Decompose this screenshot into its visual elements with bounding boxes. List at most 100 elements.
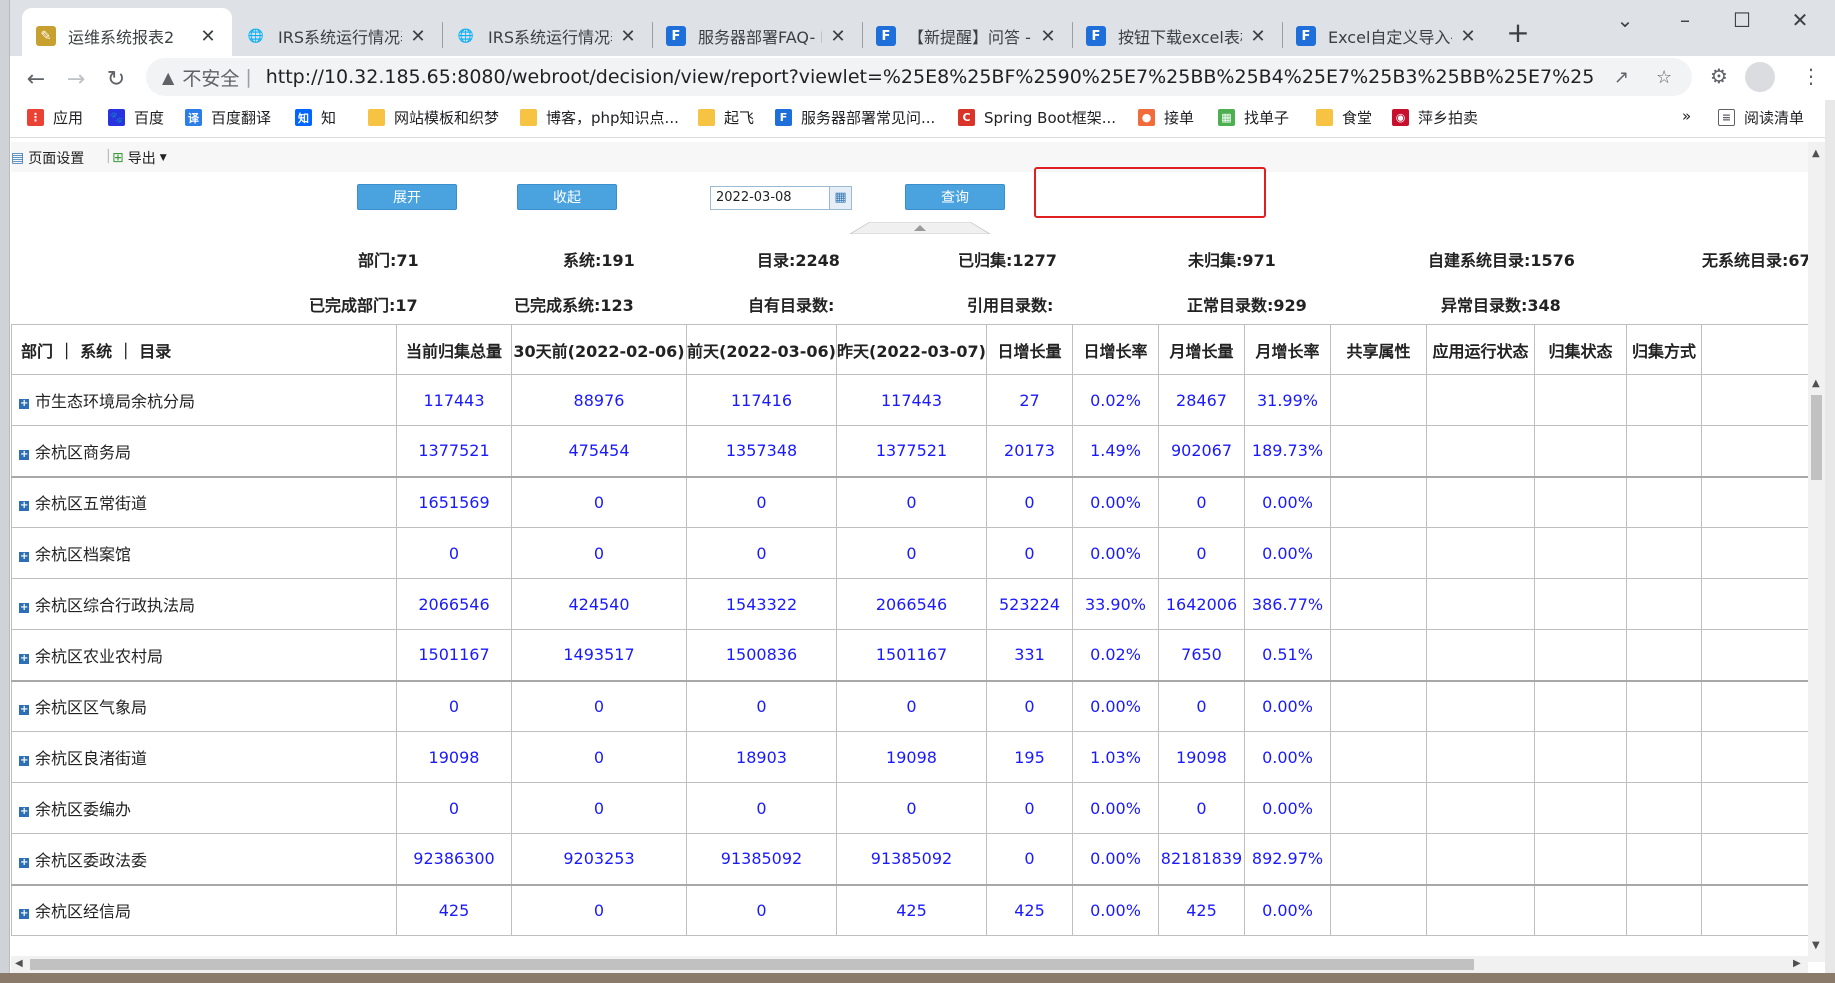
expand-row-icon[interactable]: + — [19, 756, 29, 766]
page-setup-button[interactable]: ▤ 页面设置 — [11, 148, 84, 168]
dept-cell[interactable]: + 余杭区经信局 — [11, 883, 397, 936]
forward-button[interactable]: → — [60, 64, 92, 96]
table-row: + 余杭区委编办 0 0 0 0 0 0.00% 0 0.00% — [11, 782, 1810, 834]
profile-avatar[interactable] — [1745, 62, 1775, 92]
bookmark-item[interactable]: ⋮ 应用 — [27, 107, 83, 128]
minimize-icon[interactable]: ⌄ — [1595, 4, 1655, 36]
dept-cell[interactable]: + 余杭区良渚街道 — [11, 731, 397, 783]
bookmark-item[interactable]: C Spring Boot框架... — [958, 107, 1116, 128]
bookmark-item[interactable]: 博客，php知识点... — [520, 107, 679, 128]
window-minimize-button[interactable]: – — [1655, 4, 1715, 36]
value-cell: 425 — [1158, 883, 1245, 936]
menu-icon[interactable]: ⋮ — [1795, 64, 1827, 88]
bookmark-item[interactable]: 译百度翻译 — [185, 107, 271, 128]
value-cell — [1626, 629, 1702, 681]
reading-list-button[interactable]: ≡ 阅读清单 — [1718, 107, 1804, 128]
scroll-right-arrow-icon[interactable]: ▶ — [1793, 958, 1801, 969]
collapse-button[interactable]: 收起 — [517, 184, 617, 210]
close-tab-icon[interactable]: ✕ — [1248, 26, 1268, 47]
expand-row-icon[interactable]: + — [19, 501, 29, 512]
bookmark-star-icon[interactable]: ☆ — [1656, 67, 1672, 88]
expand-button[interactable]: 展开 — [357, 184, 457, 210]
bookmark-item[interactable]: ▦ 找单子 — [1218, 107, 1289, 128]
address-bar[interactable]: ▲ 不安全 | http://10.32.185.65:8080/webroot… — [146, 58, 1692, 96]
column-header[interactable]: 共享属性 — [1330, 324, 1427, 375]
column-header[interactable]: 部门 ｜ 系统 ｜ 目录 — [11, 324, 397, 375]
parameter-pane-collapse-handle[interactable] — [850, 222, 990, 234]
column-header[interactable]: 应用运行状态 — [1426, 324, 1535, 375]
value-cell: 1493517 — [511, 629, 687, 681]
dept-cell[interactable]: + 余杭区农业农村局 — [11, 629, 397, 681]
date-input[interactable]: 2022-03-08 ▦ — [710, 186, 852, 210]
column-header[interactable]: 30天前(2022-02-06) — [511, 324, 687, 375]
dept-cell[interactable]: + 余杭区五常街道 — [11, 475, 397, 528]
extensions-icon[interactable]: ⚙ — [1703, 64, 1735, 88]
expand-row-icon[interactable]: + — [19, 603, 29, 613]
close-tab-icon[interactable]: ✕ — [408, 26, 428, 47]
more-bookmarks-button[interactable]: » — [1682, 107, 1691, 125]
expand-row-icon[interactable]: + — [19, 552, 29, 562]
expand-row-icon[interactable]: + — [19, 857, 29, 868]
column-header[interactable]: 归集方式 — [1626, 324, 1702, 375]
expand-row-icon[interactable]: + — [19, 909, 29, 920]
bookmark-item[interactable]: 知知 — [295, 107, 336, 128]
dept-cell[interactable]: + 余杭区商务局 — [11, 425, 397, 477]
close-tab-icon[interactable]: ✕ — [1038, 26, 1058, 47]
reload-button[interactable]: ↻ — [100, 64, 132, 96]
value-cell: 0 — [686, 527, 837, 579]
column-header[interactable]: 月增长率 — [1244, 324, 1331, 375]
value-cell: 27 — [986, 374, 1073, 426]
bookmark-item[interactable]: 网站模板和织梦 — [368, 107, 499, 128]
column-header[interactable]: 归集状态 — [1534, 324, 1627, 375]
column-header[interactable]: 当前归集总量 — [396, 324, 512, 375]
column-header[interactable]: 日增长率 — [1072, 324, 1159, 375]
dept-cell[interactable]: + 余杭区委编办 — [11, 782, 397, 834]
column-header[interactable]: 月增长量 — [1158, 324, 1245, 375]
horizontal-scrollbar-thumb[interactable] — [30, 959, 1474, 970]
vertical-scrollbar-thumb[interactable] — [1811, 395, 1822, 480]
close-tab-icon[interactable]: ✕ — [1458, 26, 1478, 47]
column-header[interactable]: 昨天(2022-03-07) — [836, 324, 987, 375]
value-cell: 1501167 — [836, 629, 987, 681]
column-header[interactable]: 日增长量 — [986, 324, 1073, 375]
expand-row-icon[interactable]: + — [19, 653, 29, 664]
close-tab-icon[interactable]: ✕ — [828, 26, 848, 47]
bookmark-item[interactable]: 🐾 百度 — [108, 107, 164, 128]
scroll-up-arrow-icon[interactable]: ▲ — [1812, 378, 1820, 389]
window-maximize-button[interactable]: ☐ — [1712, 4, 1772, 36]
bookmark-item[interactable]: F 服务器部署常见问... — [775, 107, 935, 128]
value-cell — [1626, 425, 1702, 477]
new-tab-button[interactable]: + — [1500, 16, 1536, 49]
calendar-icon[interactable]: ▦ — [829, 187, 851, 209]
vertical-scrollbar[interactable] — [1808, 142, 1825, 962]
window-close-button[interactable]: ✕ — [1770, 4, 1830, 36]
query-button[interactable]: 查询 — [905, 184, 1005, 210]
value-cell: 18903 — [686, 731, 837, 783]
dept-cell[interactable]: + 余杭区委政法委 — [11, 833, 397, 885]
export-button[interactable]: ⊞ 导出 ▼ — [112, 148, 167, 168]
column-header[interactable]: 前天(2022-03-06) — [686, 324, 837, 375]
expand-row-icon[interactable]: + — [19, 705, 29, 716]
bookmark-item[interactable]: 食堂 — [1316, 107, 1372, 128]
scroll-up-arrow-icon[interactable]: ▲ — [1812, 148, 1820, 159]
dept-cell[interactable]: + 市生态环境局余杭分局 — [11, 374, 397, 426]
close-tab-icon[interactable]: ✕ — [618, 26, 638, 47]
share-icon[interactable]: ↗ — [1614, 67, 1629, 88]
dept-cell[interactable]: + 余杭区区气象局 — [11, 679, 397, 732]
url-text[interactable]: http://10.32.185.65:8080/webroot/decisio… — [266, 66, 1596, 88]
scroll-left-arrow-icon[interactable]: ◀ — [15, 958, 23, 969]
desktop-strip — [0, 973, 1835, 983]
bookmark-item[interactable]: ● 接单 — [1138, 107, 1194, 128]
scroll-down-arrow-icon[interactable]: ▼ — [1812, 940, 1820, 951]
close-tab-icon[interactable]: ✕ — [198, 26, 218, 47]
value-cell — [1626, 731, 1702, 783]
back-button[interactable]: ← — [20, 64, 52, 96]
dept-name: 余杭区档案馆 — [35, 545, 132, 564]
expand-row-icon[interactable]: + — [19, 399, 29, 409]
dept-cell[interactable]: + 余杭区综合行政执法局 — [11, 578, 397, 630]
bookmark-item[interactable]: ◉ 萍乡拍卖 — [1392, 107, 1478, 128]
bookmark-item[interactable]: 起飞 — [698, 107, 754, 128]
expand-row-icon[interactable]: + — [19, 807, 29, 817]
expand-row-icon[interactable]: + — [19, 449, 29, 460]
dept-cell[interactable]: + 余杭区档案馆 — [11, 527, 397, 579]
